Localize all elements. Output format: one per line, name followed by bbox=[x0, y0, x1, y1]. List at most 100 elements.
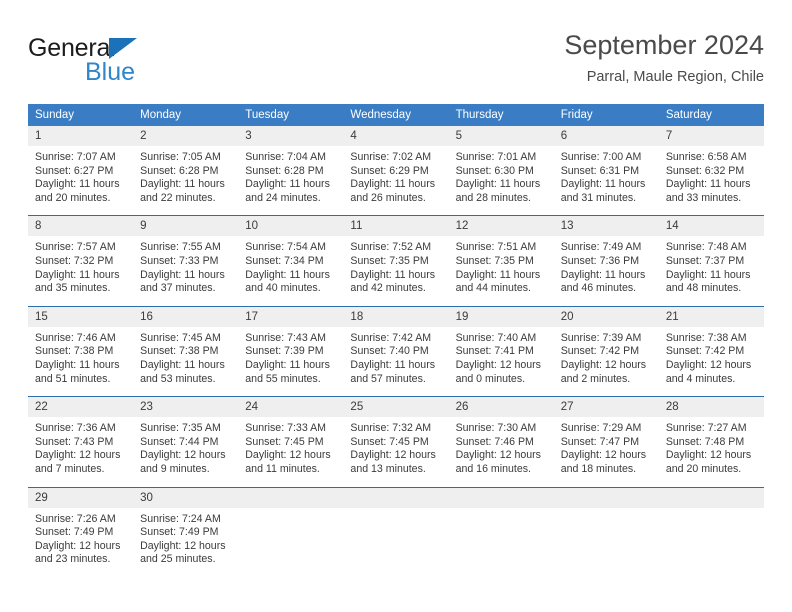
calendar-day-cell-empty bbox=[658, 486, 764, 577]
sunset-text: Sunset: 7:42 PM bbox=[560, 345, 640, 358]
day-details: Sunrise: 7:51 AM Sunset: 7:35 PM Daylight:… bbox=[449, 236, 554, 305]
day-number: 20 bbox=[553, 306, 659, 327]
calendar-day-cell[interactable]: 23 Sunrise: 7:35 AM Sunset: 7:44 PM Dayligh… bbox=[133, 396, 239, 487]
daylight-text-line1: Daylight: 11 hours bbox=[35, 178, 120, 191]
sunrise-text: Sunrise: 7:49 AM bbox=[560, 241, 642, 254]
calendar-day-cell[interactable]: 15 Sunrise: 7:46 AM Sunset: 7:38 PM Dayligh… bbox=[28, 305, 134, 397]
day-details: Sunrise: 7:55 AM Sunset: 7:33 PM Daylight:… bbox=[133, 236, 238, 305]
sunrise-text: Sunrise: 7:54 AM bbox=[245, 241, 326, 254]
calendar-day-cell-empty bbox=[448, 486, 554, 577]
calendar-day-cell[interactable]: 7 Sunrise: 6:58 AM Sunset: 6:32 PM Daylight… bbox=[658, 126, 764, 216]
calendar-day-cell[interactable]: 29 Sunrise: 7:26 AM Sunset: 7:49 PM Dayligh… bbox=[28, 486, 134, 577]
calendar-day-cell[interactable]: 4 Sunrise: 7:02 AM Sunset: 6:29 PM Daylight… bbox=[343, 126, 449, 216]
daylight-text-line1: Daylight: 11 hours bbox=[35, 268, 120, 281]
daylight-text-line1: Daylight: 12 hours bbox=[560, 358, 647, 371]
calendar-page: General Blue September 2024 Parral, Maul… bbox=[0, 0, 792, 612]
calendar-day-cell[interactable]: 18 Sunrise: 7:42 AM Sunset: 7:40 PM Dayligh… bbox=[343, 305, 449, 397]
weekday-header-sunday: Sunday bbox=[28, 104, 134, 126]
weekday-header-friday: Friday bbox=[553, 104, 659, 126]
daylight-text-line1: Daylight: 11 hours bbox=[350, 268, 436, 281]
sunrise-text: Sunrise: 7:52 AM bbox=[350, 241, 432, 254]
calendar-day-cell[interactable]: 11 Sunrise: 7:52 AM Sunset: 7:35 PM Dayligh… bbox=[343, 215, 449, 307]
sunset-text: Sunset: 7:49 PM bbox=[35, 526, 114, 539]
sunset-text: Sunset: 7:47 PM bbox=[560, 435, 640, 448]
day-details: Sunrise: 7:48 AM Sunset: 7:37 PM Daylight:… bbox=[659, 236, 764, 305]
day-number: 23 bbox=[133, 397, 239, 418]
day-number bbox=[238, 487, 344, 508]
calendar-day-cell[interactable]: 9 Sunrise: 7:55 AM Sunset: 7:33 PM Daylight… bbox=[133, 215, 239, 307]
daylight-text-line1: Daylight: 12 hours bbox=[665, 449, 752, 462]
calendar-day-cell[interactable]: 19 Sunrise: 7:40 AM Sunset: 7:41 PM Dayligh… bbox=[448, 305, 554, 397]
sunrise-text: Sunrise: 7:40 AM bbox=[455, 331, 537, 344]
daylight-text-line2: and 37 minutes. bbox=[140, 282, 216, 295]
sunrise-text: Sunrise: 7:45 AM bbox=[140, 331, 221, 344]
day-number: 4 bbox=[343, 126, 449, 146]
sunrise-text: Sunrise: 7:46 AM bbox=[35, 331, 116, 344]
calendar-day-cell[interactable]: 16 Sunrise: 7:45 AM Sunset: 7:38 PM Dayligh… bbox=[133, 305, 239, 397]
day-details: Sunrise: 7:01 AM Sunset: 6:30 PM Daylight:… bbox=[449, 146, 554, 215]
daylight-text-line1: Daylight: 11 hours bbox=[140, 178, 225, 191]
daylight-text-line2: and 16 minutes. bbox=[455, 462, 531, 475]
calendar-day-cell[interactable]: 1 Sunrise: 7:07 AM Sunset: 6:27 PM Daylight… bbox=[28, 126, 134, 216]
calendar-day-cell[interactable]: 3 Sunrise: 7:04 AM Sunset: 6:28 PM Daylight… bbox=[238, 126, 344, 216]
calendar-day-cell[interactable]: 27 Sunrise: 7:29 AM Sunset: 7:47 PM Dayligh… bbox=[553, 396, 659, 487]
weekday-header-thursday: Thursday bbox=[448, 104, 554, 126]
day-number: 13 bbox=[553, 216, 659, 237]
day-number: 9 bbox=[133, 216, 239, 237]
calendar-day-cell-empty bbox=[553, 486, 659, 577]
daylight-text-line2: and 2 minutes. bbox=[560, 372, 631, 385]
sunrise-text: Sunrise: 7:26 AM bbox=[35, 512, 116, 525]
daylight-text-line2: and 42 minutes. bbox=[350, 282, 426, 295]
daylight-text-line2: and 18 minutes. bbox=[560, 462, 637, 475]
calendar-day-cell[interactable]: 30 Sunrise: 7:24 AM Sunset: 7:49 PM Dayligh… bbox=[133, 486, 239, 577]
sunrise-text: Sunrise: 7:27 AM bbox=[665, 422, 747, 435]
day-number: 17 bbox=[238, 306, 344, 327]
sunset-text: Sunset: 7:34 PM bbox=[245, 254, 324, 267]
calendar-day-cell[interactable]: 24 Sunrise: 7:33 AM Sunset: 7:45 PM Dayligh… bbox=[238, 396, 344, 487]
day-details: Sunrise: 7:36 AM Sunset: 7:43 PM Daylight:… bbox=[28, 417, 133, 486]
day-number: 15 bbox=[28, 306, 134, 327]
calendar-day-cell[interactable]: 5 Sunrise: 7:01 AM Sunset: 6:30 PM Daylight… bbox=[448, 126, 554, 216]
calendar-day-cell[interactable]: 8 Sunrise: 7:57 AM Sunset: 7:32 PM Daylight… bbox=[28, 215, 134, 307]
day-details: Sunrise: 6:58 AM Sunset: 6:32 PM Daylight:… bbox=[659, 146, 764, 215]
calendar-day-cell[interactable]: 13 Sunrise: 7:49 AM Sunset: 7:36 PM Dayligh… bbox=[553, 215, 659, 307]
daylight-text-line2: and 53 minutes. bbox=[140, 372, 216, 385]
page-title: September 2024 bbox=[564, 30, 764, 60]
page-header: General Blue September 2024 Parral, Maul… bbox=[28, 28, 764, 98]
sunset-text: Sunset: 7:36 PM bbox=[560, 254, 640, 267]
calendar-day-cell[interactable]: 22 Sunrise: 7:36 AM Sunset: 7:43 PM Dayligh… bbox=[28, 396, 134, 487]
calendar-day-cell[interactable]: 10 Sunrise: 7:54 AM Sunset: 7:34 PM Dayligh… bbox=[238, 215, 344, 307]
calendar-day-cell[interactable]: 25 Sunrise: 7:32 AM Sunset: 7:45 PM Dayligh… bbox=[343, 396, 449, 487]
daylight-text-line1: Daylight: 12 hours bbox=[35, 539, 121, 552]
day-number bbox=[553, 487, 659, 508]
day-details: Sunrise: 7:02 AM Sunset: 6:29 PM Daylight:… bbox=[343, 146, 448, 215]
calendar-week-row: 22 Sunrise: 7:36 AM Sunset: 7:43 PM Dayligh… bbox=[28, 396, 764, 487]
day-number: 28 bbox=[658, 397, 764, 418]
calendar-day-cell[interactable]: 26 Sunrise: 7:30 AM Sunset: 7:46 PM Dayligh… bbox=[448, 396, 554, 487]
calendar-day-cell[interactable]: 14 Sunrise: 7:48 AM Sunset: 7:37 PM Dayligh… bbox=[658, 215, 764, 307]
day-number bbox=[448, 487, 554, 508]
calendar-day-cell[interactable]: 28 Sunrise: 7:27 AM Sunset: 7:48 PM Dayligh… bbox=[658, 396, 764, 487]
sunset-text: Sunset: 7:44 PM bbox=[140, 435, 219, 448]
sunrise-text: Sunrise: 7:01 AM bbox=[455, 151, 537, 163]
daylight-text-line2: and 13 minutes. bbox=[350, 462, 426, 475]
daylight-text-line2: and 28 minutes. bbox=[455, 191, 531, 204]
daylight-text-line1: Daylight: 12 hours bbox=[35, 449, 121, 462]
calendar-day-cell[interactable]: 2 Sunrise: 7:05 AM Sunset: 6:28 PM Daylight… bbox=[133, 126, 239, 216]
sunset-text: Sunset: 7:49 PM bbox=[140, 526, 219, 539]
calendar-day-cell[interactable]: 21 Sunrise: 7:38 AM Sunset: 7:42 PM Dayligh… bbox=[658, 305, 764, 397]
day-details: Sunrise: 7:26 AM Sunset: 7:49 PM Daylight:… bbox=[28, 508, 133, 577]
brand-logo[interactable]: General Blue bbox=[28, 34, 228, 92]
calendar-day-cell[interactable]: 17 Sunrise: 7:43 AM Sunset: 7:39 PM Dayligh… bbox=[238, 305, 344, 397]
calendar-day-cell[interactable]: 12 Sunrise: 7:51 AM Sunset: 7:35 PM Dayligh… bbox=[448, 215, 554, 307]
day-details bbox=[554, 508, 659, 570]
day-number: 16 bbox=[133, 306, 239, 327]
day-number bbox=[658, 487, 764, 508]
day-details: Sunrise: 7:57 AM Sunset: 7:32 PM Daylight:… bbox=[28, 236, 133, 305]
calendar-day-cell[interactable]: 6 Sunrise: 7:00 AM Sunset: 6:31 PM Daylight… bbox=[553, 126, 659, 216]
sunset-text: Sunset: 7:38 PM bbox=[35, 345, 114, 358]
daylight-text-line1: Daylight: 11 hours bbox=[35, 358, 120, 371]
sunset-text: Sunset: 6:31 PM bbox=[560, 164, 640, 177]
day-details: Sunrise: 7:39 AM Sunset: 7:42 PM Daylight:… bbox=[554, 327, 659, 396]
calendar-day-cell[interactable]: 20 Sunrise: 7:39 AM Sunset: 7:42 PM Dayligh… bbox=[553, 305, 659, 397]
